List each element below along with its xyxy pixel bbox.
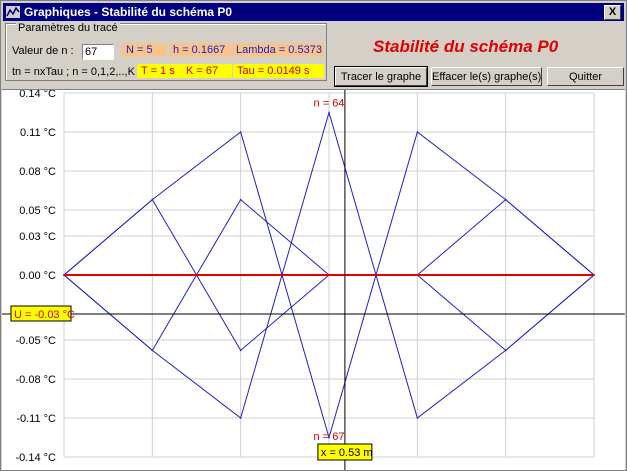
data-point [504,349,507,352]
n-input[interactable]: 67 [82,44,114,60]
y-tick-label: 0.08 °C [19,166,56,178]
lambda-value: Lambda = 0.5373 [232,43,324,57]
trace-graph-button[interactable]: Tracer le graphe [334,66,428,87]
y-tick-label: -0.08 °C [16,374,57,386]
y-tick-label: -0.11 °C [16,413,56,425]
h-value: h = 0.1667 [169,43,231,57]
y-tick-label: 0.11 °C [20,127,56,139]
data-point [63,274,65,276]
x-readout-label: x = 0.53 m [321,447,373,459]
data-point [416,131,419,133]
chart-app-icon [6,6,20,18]
y-tick-label: 0.00 °C [19,270,56,282]
data-point [328,111,330,114]
data-point [239,349,242,352]
data-point [151,349,154,352]
data-point [239,417,242,419]
N-value: N = 5 [122,43,166,57]
plot-area[interactable]: 0.14 °C 0.11 °C 0.08 °C 0.05 °C 0.03 °C 0.00 … [2,89,625,470]
y-tick-label: 0.14 °C [19,90,56,100]
T-value: T = 1 s [137,64,182,78]
data-point [239,131,242,133]
n-label: Valeur de n : [12,45,74,57]
tau-value: Tau = 0.0149 s [233,64,324,78]
y-readout-label: U = -0.03 °C [14,309,75,321]
data-point [151,198,154,201]
params-legend: Paramètres du tracé [16,22,120,34]
n-bottom-annotation: n = 67 [314,431,345,443]
K-value: K = 67 [182,64,232,78]
window-title: Graphiques - Stabilité du schéma P0 [24,5,233,19]
y-tick-label: 0.03 °C [19,231,56,243]
y-tick-label: -0.05 °C [16,335,57,347]
tn-label: tn = nxTau ; n = 0,1,2,..,K [12,66,135,78]
title-bar[interactable]: Graphiques - Stabilité du schéma P0 X [3,3,624,21]
graph-window: Graphiques - Stabilité du schéma P0 X Pa… [0,0,627,471]
params-group: Paramètres du tracé Valeur de n : 67 N =… [5,22,327,81]
data-point [593,274,595,276]
data-point [239,198,242,201]
chart-svg[interactable]: 0.14 °C 0.11 °C 0.08 °C 0.05 °C 0.03 °C 0.00 … [2,90,625,470]
data-point [416,417,419,419]
scheme-heading: Stabilité du schéma P0 [373,37,559,56]
clear-graphs-button[interactable]: Effacer le(s) graphe(s) [431,67,542,86]
y-tick-label: -0.14 °C [16,452,57,464]
data-point [504,198,507,201]
n-top-annotation: n = 64 [314,98,345,110]
close-button[interactable]: X [604,5,621,20]
y-tick-label: 0.05 °C [19,205,56,217]
quit-button[interactable]: Quitter [547,67,624,86]
